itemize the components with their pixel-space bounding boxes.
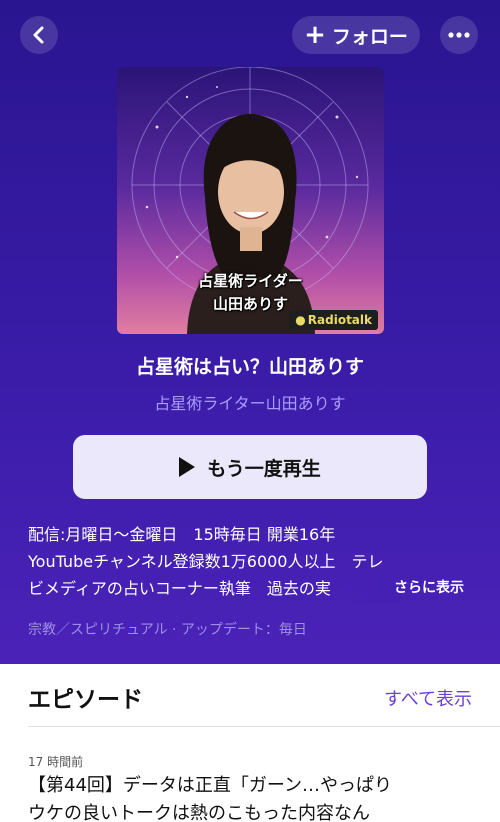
radiotalk-badge-label: Radiotalk	[307, 313, 372, 327]
episodes-heading: エピソード	[28, 687, 143, 713]
divider	[28, 726, 500, 727]
follow-button[interactable]: + フォロー	[292, 16, 420, 54]
ellipsis-icon	[448, 32, 470, 38]
description-line: 配信:月曜日〜金曜日 15時毎日 開業16年	[28, 525, 336, 544]
podcast-meta: 宗教／スピリチュアル · アップデート：毎日	[28, 622, 307, 638]
play-icon	[179, 457, 196, 477]
episode-title-line: ウケの良いトークは熱のこもった内容なん	[28, 803, 370, 822]
artwork-caption-line1: 占星術ライダー	[198, 272, 303, 290]
replay-button-label: もう一度再生	[207, 457, 321, 480]
more-options-button[interactable]	[440, 16, 478, 54]
podcast-title: 占星術は占い？山田ありす	[135, 356, 364, 378]
episode-title: 【第44回】データは正直「ガーン…やっぱり ウケの良いトークは熱のこもった内容な…	[28, 772, 478, 822]
episode-time: 17 時間前	[28, 755, 84, 769]
follow-label: フォロー	[331, 25, 408, 48]
microphone-icon: ●	[295, 313, 306, 327]
podcast-header: + フォロー 占星術ライダー 山田ありす ● Radiotalk 占星術は占い？…	[0, 0, 500, 664]
see-all-link[interactable]: すべて表示	[384, 685, 472, 711]
radiotalk-badge: ● Radiotalk	[289, 310, 378, 330]
description-line: YouTubeチャンネル登録数1万6000人以上 テレ	[28, 552, 384, 571]
podcast-artwork: 占星術ライダー 山田ありす ● Radiotalk	[117, 67, 384, 334]
podcast-author[interactable]: 占星術ライター山田ありす	[0, 390, 500, 414]
plus-icon: +	[304, 20, 326, 50]
replay-button[interactable]: もう一度再生	[73, 435, 427, 499]
description-line: ビメディアの占いコーナー執筆 過去の実	[28, 575, 400, 602]
chevron-left-icon	[33, 26, 44, 44]
episode-title-line: 【第44回】データは正直「ガーン…やっぱり	[28, 775, 393, 796]
back-button[interactable]	[20, 16, 58, 54]
show-more-link[interactable]: さらに表示	[394, 577, 464, 597]
